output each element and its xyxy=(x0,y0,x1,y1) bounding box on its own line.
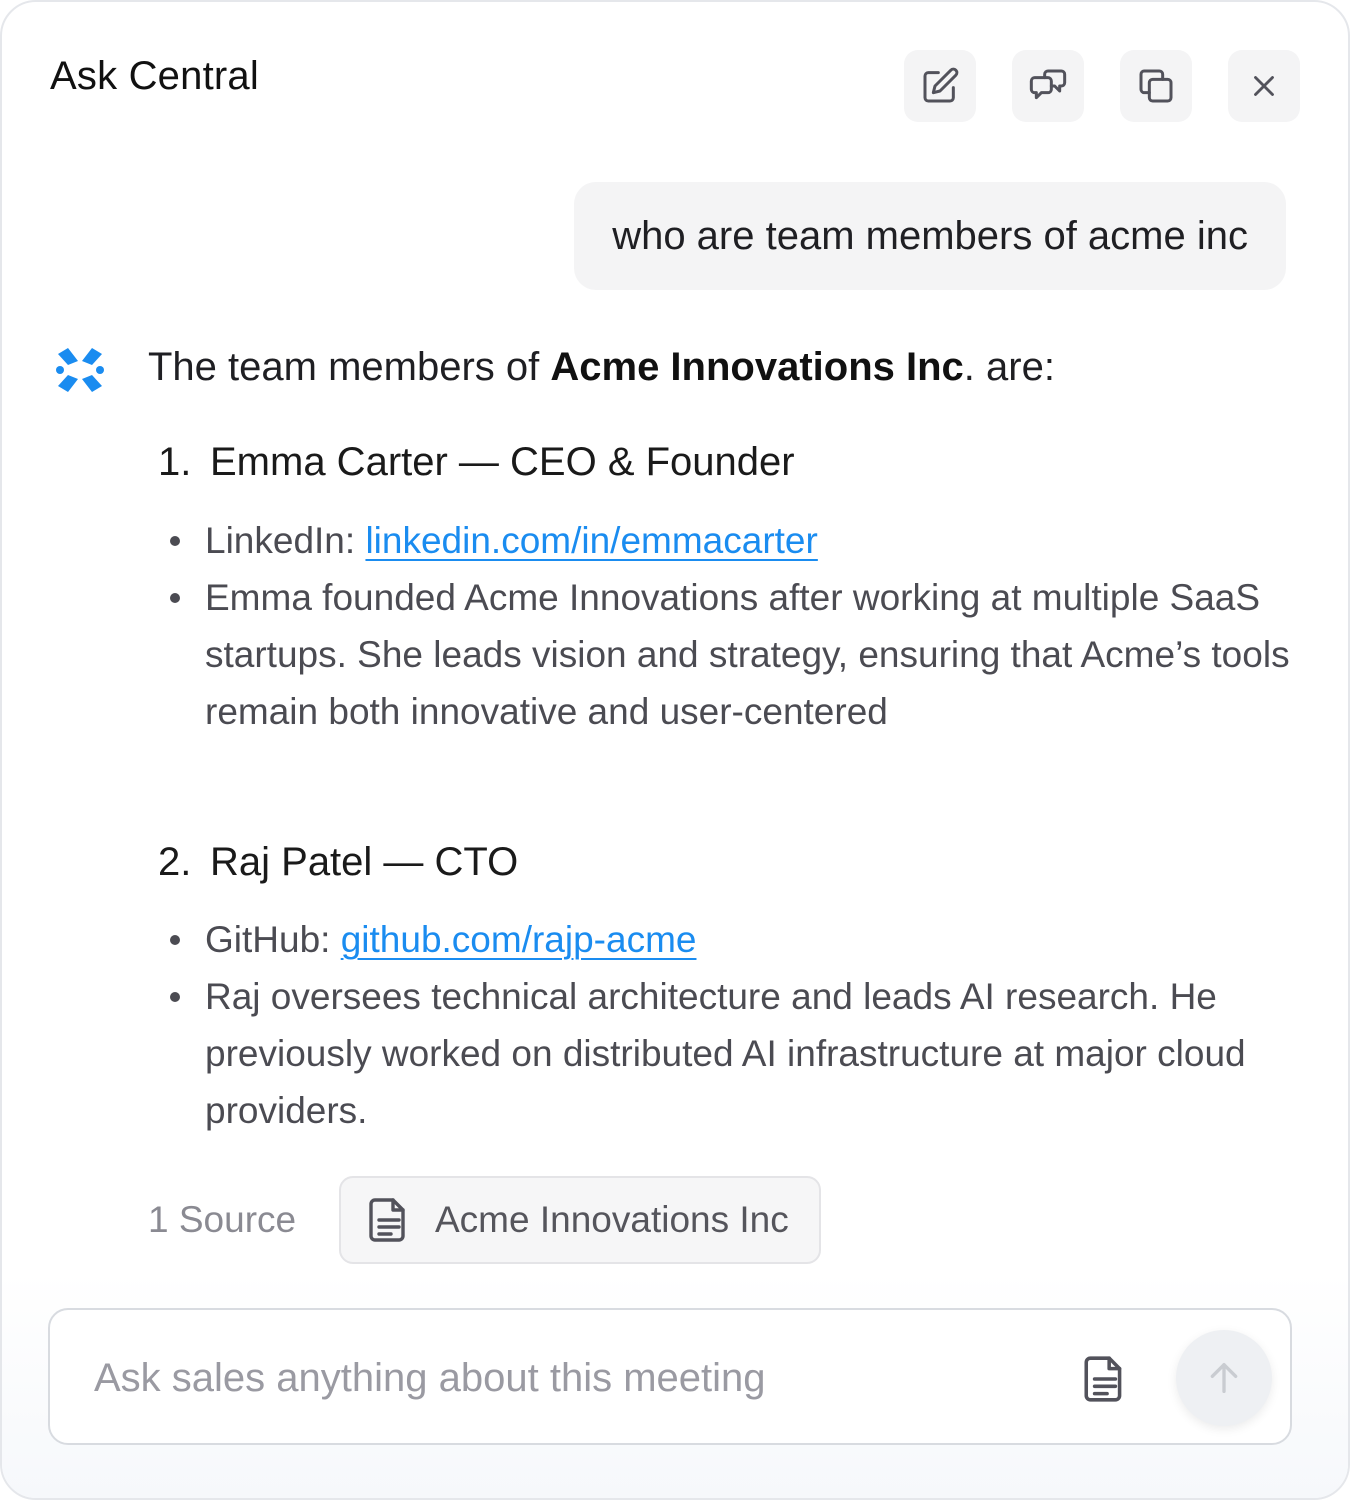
composer xyxy=(48,1308,1292,1445)
close-button[interactable] xyxy=(1228,50,1300,122)
github-link[interactable]: github.com/rajp-acme xyxy=(341,919,697,960)
attach-document-icon[interactable] xyxy=(1080,1354,1130,1404)
link-label: LinkedIn: xyxy=(205,520,366,561)
assistant-logo-icon xyxy=(56,348,104,392)
new-chat-button[interactable] xyxy=(904,50,976,122)
member-number: 2. xyxy=(158,840,192,884)
close-icon xyxy=(1254,76,1274,96)
ask-input[interactable] xyxy=(94,1346,994,1410)
list-item: Raj oversees technical architecture and … xyxy=(162,968,1292,1139)
header-actions xyxy=(904,50,1300,122)
assistant-intro: The team members of Acme Innovations Inc… xyxy=(148,345,1055,390)
link-label: GitHub: xyxy=(205,919,341,960)
document-icon xyxy=(369,1198,405,1242)
member-heading: 1. Emma Carter — CEO & Founder xyxy=(158,440,795,485)
copy-button[interactable] xyxy=(1120,50,1192,122)
copy-icon xyxy=(1139,69,1173,103)
list-item: LinkedIn: linkedin.com/in/emmacarter xyxy=(162,512,1292,569)
member-number: 1. xyxy=(158,440,192,484)
user-message-bubble: who are team members of acme inc xyxy=(574,182,1286,290)
source-chip[interactable]: Acme Innovations Inc xyxy=(339,1176,821,1264)
arrow-up-icon xyxy=(1210,1363,1238,1393)
list-item: Emma founded Acme Innovations after work… xyxy=(162,569,1292,740)
intro-company: Acme Innovations Inc xyxy=(550,345,964,389)
conversations-button[interactable] xyxy=(1012,50,1084,122)
member-details-list: GitHub: github.com/rajp-acme Raj oversee… xyxy=(162,911,1292,1139)
linkedin-link[interactable]: linkedin.com/in/emmacarter xyxy=(365,520,817,561)
edit-icon xyxy=(923,67,959,103)
intro-prefix: The team members of xyxy=(148,345,551,389)
ask-central-panel: Ask Central who are team members of acme… xyxy=(0,0,1350,1500)
source-title: Acme Innovations Inc xyxy=(435,1199,789,1240)
panel-title: Ask Central xyxy=(50,54,259,98)
intro-suffix: . are: xyxy=(963,345,1055,389)
chat-bubbles-icon xyxy=(1029,69,1067,100)
send-button[interactable] xyxy=(1176,1330,1272,1426)
member-title: Emma Carter — CEO & Founder xyxy=(210,440,795,484)
member-heading: 2. Raj Patel — CTO xyxy=(158,840,518,885)
list-item: GitHub: github.com/rajp-acme xyxy=(162,911,1292,968)
member-title: Raj Patel — CTO xyxy=(210,840,519,884)
source-count: 1 Source xyxy=(148,1199,297,1240)
member-details-list: LinkedIn: linkedin.com/in/emmacarter Emm… xyxy=(162,512,1292,740)
